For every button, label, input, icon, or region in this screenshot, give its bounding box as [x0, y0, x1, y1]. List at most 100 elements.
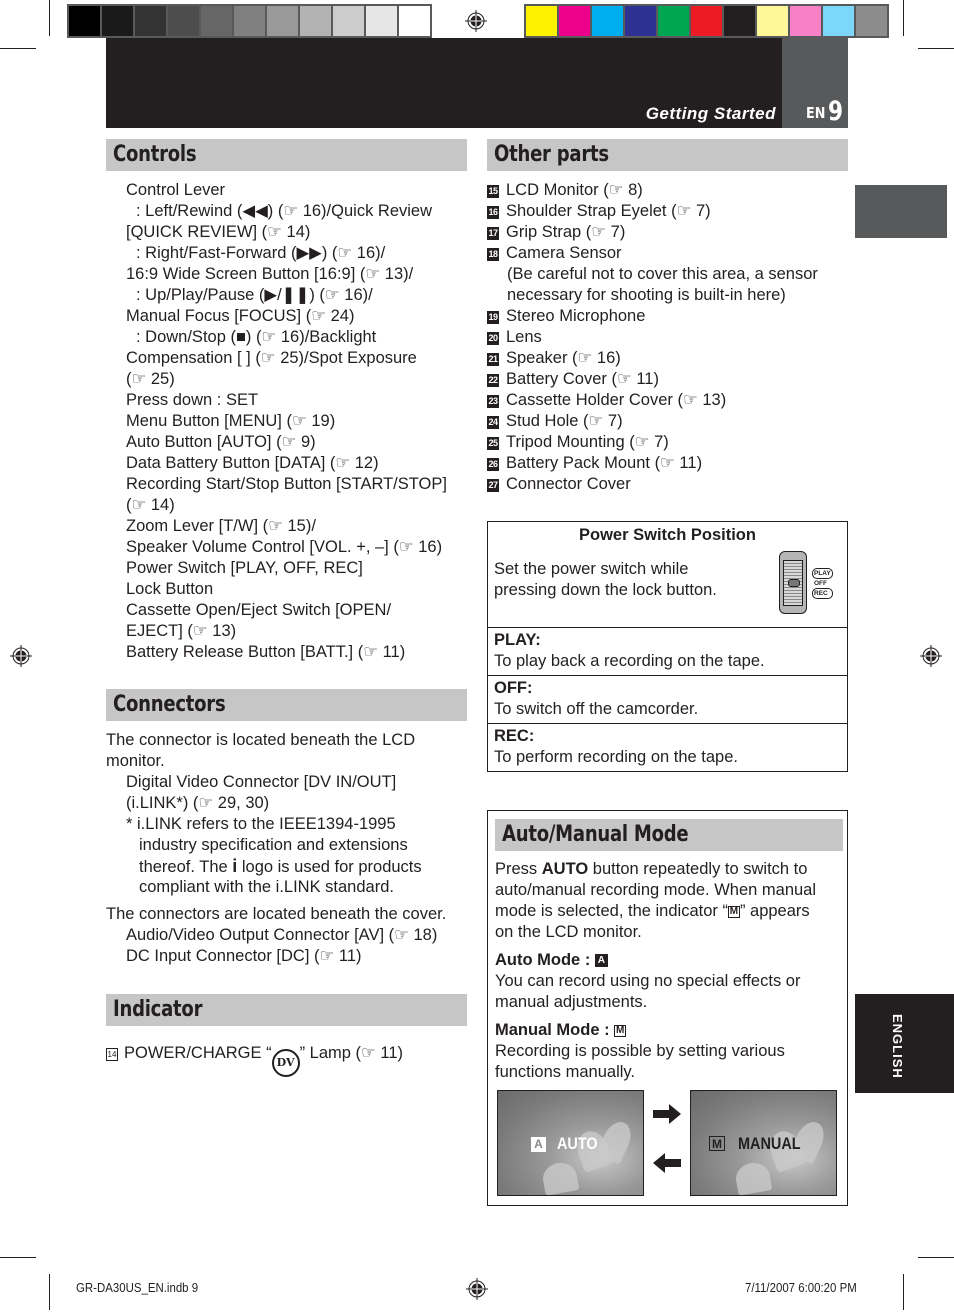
language-code: EN — [806, 104, 826, 122]
power-switch-row-off: OFF: To switch off the camcorder. — [488, 675, 847, 723]
item-number: 14 — [106, 1048, 118, 1061]
lcd-screen-manual: M MANUAL — [690, 1090, 837, 1196]
other-parts-item: 22 Battery Cover (☞ 11) — [487, 370, 659, 388]
registration-mark-icon — [465, 10, 487, 32]
page-number: 9 — [828, 96, 844, 127]
color-swatch — [691, 6, 722, 36]
arrow-right-icon — [653, 1104, 681, 1124]
indicator-item: 14 POWER/CHARGE “DV” Lamp (☞ 11) — [106, 1043, 403, 1077]
item-number-badge: 18 — [487, 248, 499, 261]
other-parts-item: 15 LCD Monitor (☞ 8) — [487, 181, 643, 199]
crop-mark — [0, 1257, 36, 1258]
auto-manual-heading: Auto/Manual Mode — [495, 819, 843, 851]
item-number-badge: 23 — [487, 395, 499, 408]
controls-line: Menu Button [MENU] (☞ 19) — [126, 412, 336, 430]
color-swatch — [724, 6, 755, 36]
controls-line: Press down : SET — [126, 391, 259, 409]
other-parts-item: 17 Grip Strap (☞ 7) — [487, 223, 626, 241]
item-number-badge: 17 — [487, 227, 499, 240]
indicator-heading: Indicator — [106, 994, 467, 1026]
power-switch-table: Power Switch Position Set the power swit… — [487, 521, 848, 772]
crop-mark — [918, 1257, 954, 1258]
color-swatch — [526, 6, 557, 36]
other-parts-item: 20 Lens — [487, 328, 542, 346]
registration-mark-icon — [466, 1278, 488, 1300]
item-number-badge: 20 — [487, 332, 499, 345]
item-number-badge: 25 — [487, 437, 499, 450]
gray-swatch — [102, 6, 133, 36]
connector-item: Digital Video Connector [DV IN/OUT] — [126, 773, 397, 791]
other-parts-item: necessary for shooting is built-in here) — [507, 286, 786, 304]
connector-item: Audio/Video Output Connector [AV] (☞ 18) — [126, 926, 438, 944]
power-switch-row-rec: REC: To perform recording on the tape. — [488, 723, 847, 771]
other-parts-item: 24 Stud Hole (☞ 7) — [487, 412, 623, 430]
power-switch-row-play: PLAY: To play back a recording on the ta… — [488, 627, 847, 675]
gray-swatch — [333, 6, 364, 36]
side-tab-marker — [855, 185, 947, 238]
manual-mode-icon: M — [709, 1136, 725, 1151]
controls-line: Data Battery Button [DATA] (☞ 12) — [126, 454, 379, 472]
auto-mode-icon: A — [594, 954, 608, 967]
color-swatch — [559, 6, 590, 36]
connector-item: DC Input Connector [DC] (☞ 11) — [126, 947, 362, 965]
connectors-intro-line: The connectors are located beneath the c… — [106, 905, 447, 923]
color-swatch — [823, 6, 854, 36]
connector-item: (i.LINK*) (☞ 29, 30) — [126, 794, 270, 812]
gray-swatch — [366, 6, 397, 36]
language-side-tab: ENGLISH — [855, 994, 954, 1093]
controls-line: Auto Button [AUTO] (☞ 9) — [126, 433, 316, 451]
gray-swatch — [234, 6, 265, 36]
controls-line: Power Switch [PLAY, OFF, REC] — [126, 559, 363, 577]
gray-swatch — [69, 6, 100, 36]
crop-mark — [918, 48, 954, 49]
color-swatch — [757, 6, 788, 36]
auto-mode-icon: A — [531, 1137, 546, 1152]
other-parts-item: 19 Stereo Microphone — [487, 307, 646, 325]
item-number-badge: 26 — [487, 458, 499, 471]
connectors-intro-line: The connector is located beneath the LCD — [106, 731, 416, 749]
item-number-badge: 19 — [487, 311, 499, 324]
controls-line: Zoom Lever [T/W] (☞ 15)/ — [126, 517, 316, 535]
power-switch-title: Power Switch Position — [579, 526, 756, 544]
color-strip — [524, 4, 889, 38]
crop-mark — [0, 48, 36, 49]
item-number-badge: 21 — [487, 353, 499, 366]
connectors-intro-line: monitor. — [106, 752, 165, 770]
controls-line: Compensation [ ] (☞ 25)/Spot Exposure — [126, 349, 417, 367]
lcd-screen-auto: A AUTO — [497, 1090, 644, 1196]
controls-line: EJECT] (☞ 13) — [126, 622, 237, 640]
color-swatch — [790, 6, 821, 36]
controls-line: Lock Button — [126, 580, 214, 598]
grayscale-strip — [67, 4, 432, 38]
controls-line: 16:9 Wide Screen Button [16:9] (☞ 13)/ — [126, 265, 414, 283]
item-number-badge: 15 — [487, 185, 499, 198]
color-swatch — [592, 6, 623, 36]
controls-line: : Right/Fast-Forward (▶▶) (☞ 16)/ — [136, 244, 386, 262]
power-switch-icon[interactable]: PLAY OFF REC — [779, 551, 839, 615]
color-swatch — [625, 6, 656, 36]
gray-swatch — [300, 6, 331, 36]
auto-screen-label: AUTO — [556, 1134, 598, 1153]
crop-mark — [49, 0, 50, 36]
controls-line: Battery Release Button [BATT.] (☞ 11) — [126, 643, 406, 661]
other-parts-list: 15 LCD Monitor (☞ 8) 16 Shoulder Strap Eyel… — [487, 180, 852, 495]
controls-line: : Left/Rewind (◀◀) (☞ 16)/Quick Review — [136, 202, 433, 220]
footnote-line: * i.LINK refers to the IEEE1394-1995 — [126, 815, 396, 833]
controls-line: Control Lever — [126, 181, 226, 199]
crop-mark — [49, 1274, 50, 1310]
controls-line: (☞ 25) — [126, 370, 175, 388]
section-title: Getting Started — [645, 104, 776, 123]
other-parts-item: (Be careful not to cover this area, a se… — [507, 265, 818, 283]
power-switch-description: Set the power switch while pressing down… — [494, 560, 717, 599]
manual-screen-label: MANUAL — [737, 1134, 801, 1153]
gray-swatch — [267, 6, 298, 36]
controls-line: Speaker Volume Control [VOL. +, –] (☞ 16… — [126, 538, 443, 556]
color-swatch — [658, 6, 689, 36]
other-parts-item: 23 Cassette Holder Cover (☞ 13) — [487, 391, 727, 409]
controls-line: Cassette Open/Eject Switch [OPEN/ — [126, 601, 392, 619]
power-lamp-dv-icon: DV — [271, 1049, 300, 1077]
gray-swatch — [135, 6, 166, 36]
auto-manual-box: Auto/Manual Mode Press AUTO button repea… — [487, 810, 848, 1206]
other-parts-item: 16 Shoulder Strap Eyelet (☞ 7) — [487, 202, 711, 220]
item-number-badge: 16 — [487, 206, 499, 219]
